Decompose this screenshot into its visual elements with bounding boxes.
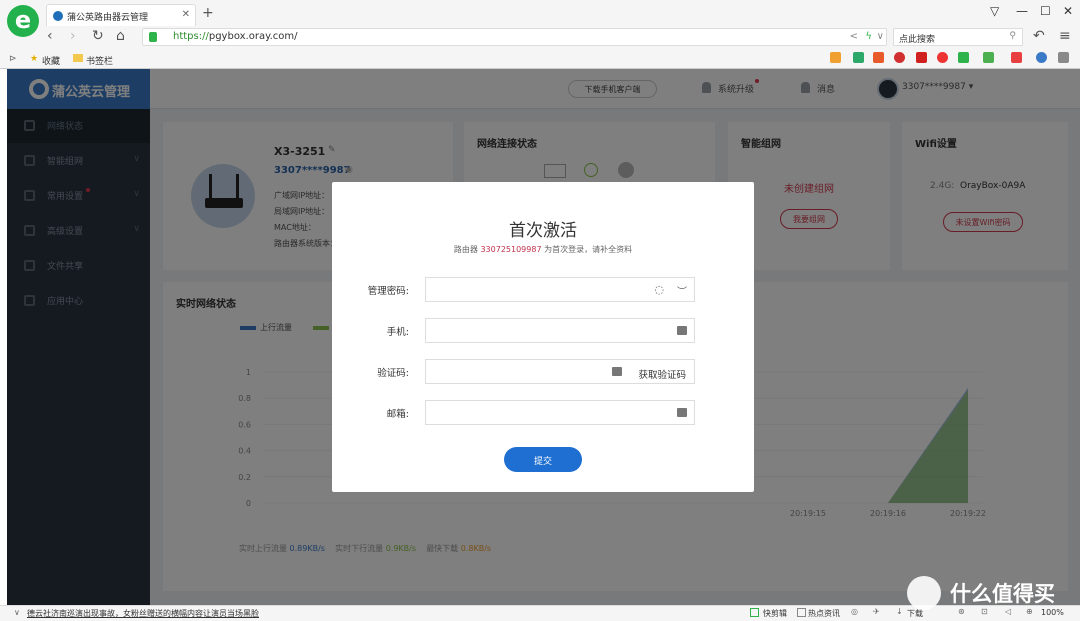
code-label: 验证码: <box>377 368 409 379</box>
search-input[interactable]: 点此搜索 ⚲ <box>893 28 1023 46</box>
activation-dialog: 首次激活 路由器 330725109987 为首次登录，请补全资料 管理密码: … <box>332 182 754 492</box>
extension-icon[interactable] <box>983 52 994 63</box>
sound-icon[interactable]: ◁ <box>1005 607 1011 616</box>
share-icon[interactable]: < <box>850 31 858 42</box>
star-icon: ★ <box>30 54 39 64</box>
tab-favicon-icon <box>53 11 63 21</box>
zoom-icon[interactable]: ⊕ <box>1026 607 1033 616</box>
secure-lock-icon <box>149 32 157 42</box>
extension-icon[interactable] <box>1058 52 1069 63</box>
dialog-subtitle: 路由器 330725109987 为首次登录，请补全资料 <box>332 244 754 255</box>
keyboard-icon <box>677 408 687 417</box>
news-ticker-link[interactable]: 德云社济南巡演出现事故，女粉丝赠送的横幅内容让演员当场黑脸 <box>27 608 259 619</box>
download-icon: ↓ <box>896 607 903 616</box>
forward-icon[interactable]: › <box>70 28 76 44</box>
search-placeholder: 点此搜索 <box>899 35 936 45</box>
router-serial: 330725109987 <box>480 245 542 254</box>
submit-button[interactable]: 提交 <box>504 447 582 472</box>
close-window-icon[interactable]: ✕ <box>1063 4 1073 18</box>
dialog-title: 首次激活 <box>509 221 577 241</box>
pin-icon[interactable]: ✈ <box>873 607 880 616</box>
subtitle-suffix: 为首次登录，请补全资料 <box>544 245 633 254</box>
news-icon <box>797 608 806 617</box>
reload-icon[interactable]: ↻ <box>92 28 104 44</box>
fingerprint-icon[interactable]: ◌ <box>654 283 664 296</box>
skin-icon[interactable]: ▽ <box>990 4 999 18</box>
extension-icon[interactable] <box>853 52 864 63</box>
modal-overlay[interactable]: 首次激活 路由器 330725109987 为首次登录，请补全资料 管理密码: … <box>7 69 1080 605</box>
phone-field[interactable] <box>425 318 695 343</box>
undo-icon[interactable]: ↶ <box>1033 28 1045 44</box>
extension-icon[interactable] <box>958 52 969 63</box>
watermark-logo-icon <box>907 576 941 610</box>
lightning-icon[interactable]: ϟ <box>865 31 872 42</box>
url-host: pgybox.oray.com/ <box>208 31 298 42</box>
subtitle-prefix: 路由器 <box>453 245 478 254</box>
home-icon[interactable]: ⌂ <box>116 28 125 44</box>
watermark-text: 什么值得买 <box>950 582 1055 606</box>
adblock-icon[interactable] <box>894 52 905 63</box>
dropdown-icon[interactable]: ∨ <box>877 31 884 42</box>
phone-label: 手机: <box>386 327 409 338</box>
menu-icon[interactable]: ≡ <box>1059 28 1071 44</box>
password-field[interactable]: ◌ ︶ <box>425 277 695 302</box>
keyboard-icon <box>612 367 622 376</box>
extension-icon[interactable] <box>873 52 884 63</box>
back-icon[interactable]: ‹ <box>47 28 53 44</box>
new-tab-icon[interactable]: + <box>202 5 214 21</box>
eye-closed-icon[interactable]: ︶ <box>677 283 687 298</box>
minimize-icon[interactable]: — <box>1016 4 1028 18</box>
app-container: 蒲公英云管理 网络状态 智能组网 ∨ 常用设置 ∨ 高级设置 ∨ 文件共享 <box>7 69 1080 605</box>
tab-close-icon[interactable]: ✕ <box>182 9 190 20</box>
bookmark-folder-link[interactable]: 书签栏 <box>86 54 113 67</box>
extension-icon[interactable] <box>830 52 841 63</box>
browser-logo-icon: e <box>7 5 39 37</box>
browser-tab[interactable]: 蒲公英路由器云管理 ✕ <box>46 4 196 26</box>
extension-icon[interactable] <box>937 52 948 63</box>
get-code-button[interactable]: 获取验证码 <box>638 367 686 381</box>
extension-icon[interactable] <box>916 52 927 63</box>
browser-chrome: e 蒲公英路由器云管理 ✕ + ▽ — ☐ ✕ ‹ › ↻ ⌂ https://… <box>0 0 1080 69</box>
address-bar[interactable]: https://pgybox.oray.com/ < ϟ ∨ <box>142 28 887 46</box>
email-label: 邮箱: <box>386 409 409 420</box>
maximize-icon[interactable]: ☐ <box>1040 4 1051 18</box>
email-field[interactable] <box>425 400 695 425</box>
folder-icon <box>73 54 83 62</box>
window-icon[interactable]: ⊡ <box>981 607 988 616</box>
quick-clip-link[interactable]: 快剪辑 <box>763 608 787 619</box>
tab-title: 蒲公英路由器云管理 <box>67 13 149 23</box>
zoom-level[interactable]: 100% <box>1041 608 1064 617</box>
extension-icon[interactable] <box>1036 52 1047 63</box>
extension-icon[interactable] <box>1011 52 1022 63</box>
keyboard-icon <box>677 326 687 335</box>
password-label: 管理密码: <box>367 286 409 297</box>
search-icon[interactable]: ⚲ <box>1009 31 1016 41</box>
hot-news-link[interactable]: 热点资讯 <box>808 608 840 619</box>
browser-icon[interactable]: ◎ <box>851 607 858 616</box>
quick-clip-icon <box>750 608 759 617</box>
favorites-link[interactable]: 收藏 <box>42 54 60 67</box>
verification-code-field[interactable]: 获取验证码 <box>425 359 695 384</box>
sidebar-toggle-icon[interactable]: ⊳ <box>9 54 17 64</box>
url-scheme: https:// <box>173 31 209 42</box>
chevron-down-icon[interactable]: ∨ <box>14 608 20 617</box>
settings-icon[interactable]: ⊛ <box>958 607 965 616</box>
